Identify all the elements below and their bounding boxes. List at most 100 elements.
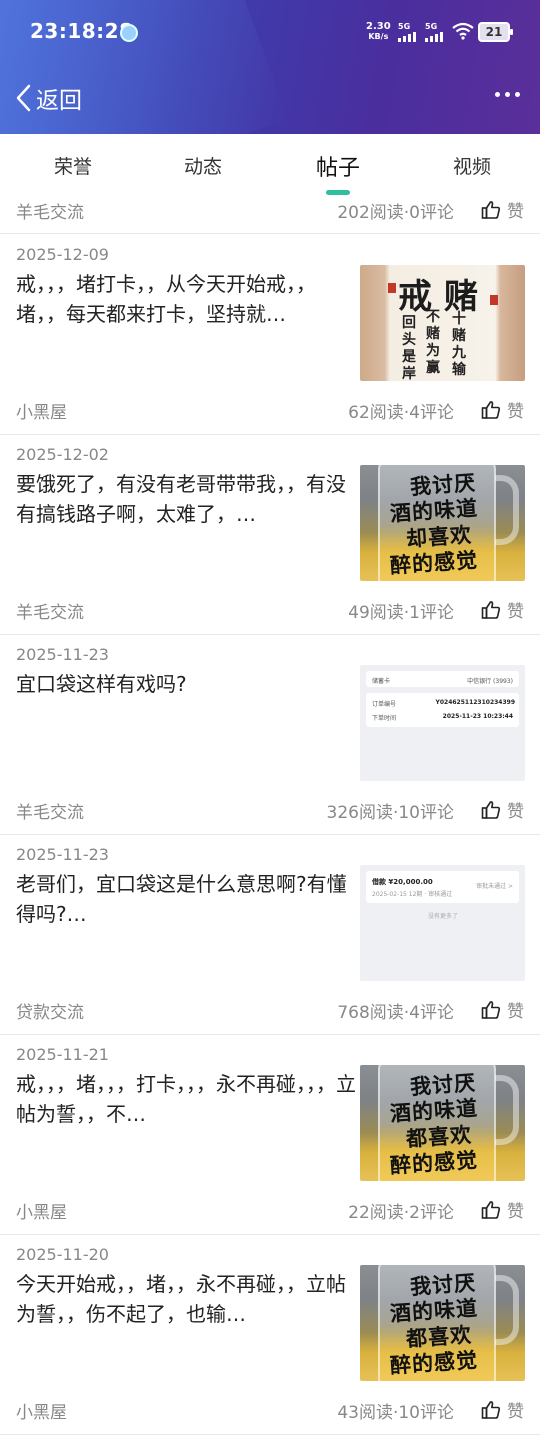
- net-speed-unit: KB/s: [368, 32, 389, 41]
- thumb-screenshot-text: 借款 ¥20,000.00: [372, 878, 433, 886]
- post-stats: 43阅读·10评论: [337, 1403, 454, 1423]
- screenshot-card: 订单编号 Y024625112310234399 下单时间 2025-11-23…: [366, 693, 519, 727]
- more-options-button[interactable]: [495, 92, 520, 97]
- thumb-screenshot-text: 没有更多了: [428, 913, 459, 920]
- like-button[interactable]: 赞: [481, 397, 524, 422]
- like-label: 赞: [507, 802, 524, 822]
- post-stats: 326阅读·10评论: [326, 803, 454, 823]
- tab-posts[interactable]: 帖子: [288, 150, 388, 182]
- post-item[interactable]: 2025-12-09 戒，，，堵打卡，，从今天开始戒，，堵，，每天都来打卡，坚持…: [0, 235, 540, 435]
- tab-activity[interactable]: 动态: [153, 152, 253, 179]
- post-stats: 768阅读·4评论: [337, 1003, 454, 1023]
- post-stats: 62阅读·4评论: [348, 403, 454, 423]
- wifi-icon: [452, 22, 474, 40]
- chevron-left-icon: [16, 84, 31, 112]
- battery-icon: 21: [478, 22, 513, 42]
- status-time: 23:18:28: [30, 19, 134, 43]
- post-category[interactable]: 小黑屋: [16, 1198, 67, 1223]
- post-category[interactable]: 羊毛交流: [16, 598, 84, 623]
- screenshot-card: 储蓄卡 中信银行 (3993): [366, 671, 519, 687]
- like-label: 赞: [507, 1402, 524, 1422]
- like-button[interactable]: 赞: [481, 997, 524, 1022]
- like-button[interactable]: 赞: [481, 797, 524, 822]
- like-label: 赞: [507, 1002, 524, 1022]
- post-stats: 202阅读·0评论: [337, 203, 454, 223]
- thumb-screenshot-text: 2025-02-15 12期 · 审核通过: [372, 891, 453, 898]
- post-thumbnail[interactable]: 戒 赌 回头是岸 不赌为赢 十赌九输: [360, 265, 525, 381]
- app-notification-icon: [120, 24, 138, 42]
- thumb-caption: 醉的感觉: [389, 1146, 479, 1179]
- post-category[interactable]: 羊毛交流: [16, 198, 84, 223]
- tab-honors[interactable]: 荣誉: [23, 152, 123, 179]
- thumb-screenshot-text: 2025-11-23 10:23:44: [442, 713, 513, 720]
- status-bar: 23:18:28 2.30 KB/s 5G 5G 21: [0, 0, 540, 66]
- post-date: 2025-11-23: [16, 645, 109, 664]
- back-label: 返回: [36, 88, 82, 114]
- post-stats: 22阅读·2评论: [348, 1203, 454, 1223]
- post-category[interactable]: 小黑屋: [16, 398, 67, 423]
- post-category[interactable]: 贷款交流: [16, 998, 84, 1023]
- thumb-calligraphy-text: 十赌九输: [452, 311, 466, 378]
- post-category[interactable]: 小黑屋: [16, 1398, 67, 1423]
- beer-handle-image: [495, 1075, 519, 1145]
- thumb-screenshot-text: 订单编号: [372, 701, 397, 708]
- screenshot-card: 借款 ¥20,000.00 2025-02-15 12期 · 审核通过 审批未通…: [366, 871, 519, 903]
- thumbs-up-icon: [481, 400, 501, 419]
- thumb-screenshot-text: 中信银行 (3993): [467, 678, 513, 685]
- thumb-screenshot-text: 下单时间: [372, 715, 397, 722]
- post-date: 2025-11-21: [16, 1045, 109, 1064]
- post-thumbnail[interactable]: 我讨厌 酒的味道 却喜欢 醉的感觉: [360, 465, 525, 581]
- like-button[interactable]: 赞: [481, 597, 524, 622]
- dot-icon: [495, 92, 500, 97]
- like-label: 赞: [507, 402, 524, 422]
- post-item[interactable]: 2025-11-21 戒，，，堵，，，打卡，，，永不再碰，，，立帖为誓，，不… …: [0, 1035, 540, 1235]
- post-date: 2025-12-09: [16, 245, 109, 264]
- post-item[interactable]: 2025-11-23 老哥们，宜口袋这是什么意思啊?有懂得吗?… 借款 ¥20,…: [0, 835, 540, 1035]
- post-thumbnail[interactable]: 储蓄卡 中信银行 (3993) 订单编号 Y024625112310234399…: [360, 665, 525, 781]
- like-button[interactable]: 赞: [481, 1197, 524, 1222]
- post-thumbnail[interactable]: 我讨厌 酒的味道 都喜欢 醉的感觉: [360, 1065, 525, 1181]
- seal-stamp-icon: [388, 283, 396, 293]
- like-label: 赞: [507, 602, 524, 622]
- post-thumbnail[interactable]: 借款 ¥20,000.00 2025-02-15 12期 · 审核通过 审批未通…: [360, 865, 525, 981]
- post-item[interactable]: 2025-12-02 要饿死了，有没有老哥带带我，，有没有搞钱路子啊，太难了，……: [0, 435, 540, 635]
- post-text: 老哥们，宜口袋这是什么意思啊?有懂得吗?…: [16, 872, 347, 926]
- thumb-screenshot-text: Y024625112310234399: [435, 699, 516, 706]
- beer-handle-image: [495, 1275, 519, 1345]
- like-button[interactable]: 赞: [481, 1397, 524, 1422]
- sim1-label: 5G: [398, 22, 411, 31]
- post-text: 要饿死了，有没有老哥带带我，，有没有搞钱路子啊，太难了，…: [16, 472, 346, 526]
- post-text: 宜口袋这样有戏吗?: [16, 672, 187, 696]
- tab-videos[interactable]: 视频: [422, 152, 522, 179]
- thumb-caption: 醉的感觉: [389, 546, 479, 579]
- post-stats: 49阅读·1评论: [348, 603, 454, 623]
- sim2-label: 5G: [425, 22, 438, 31]
- like-label: 赞: [507, 202, 524, 222]
- thumbs-up-icon: [481, 1400, 501, 1419]
- beer-handle-image: [495, 475, 519, 545]
- thumbs-up-icon: [481, 600, 501, 619]
- tab-bar: 荣誉 动态 帖子 视频: [0, 134, 540, 194]
- like-label: 赞: [507, 1202, 524, 1222]
- thumbs-up-icon: [481, 1200, 501, 1219]
- post-category[interactable]: 羊毛交流: [16, 798, 84, 823]
- thumb-calligraphy-text: 回头是岸: [402, 315, 416, 381]
- post-text: 戒，，，堵打卡，，从今天开始戒，，堵，，每天都来打卡，坚持就…: [16, 272, 316, 326]
- post-text: 戒，，，堵，，，打卡，，，永不再碰，，，立帖为誓，，不…: [16, 1072, 356, 1126]
- seal-stamp-icon: [490, 295, 498, 305]
- post-thumbnail[interactable]: 我讨厌 酒的味道 都喜欢 醉的感觉: [360, 1265, 525, 1381]
- back-button[interactable]: 返回: [14, 80, 82, 116]
- post-item[interactable]: 2025-11-20 今天开始戒，，堵，，永不再碰，，立帖为誓，，伤不起了，也输…: [0, 1235, 540, 1435]
- thumbs-up-icon: [481, 800, 501, 819]
- dot-icon: [515, 92, 520, 97]
- partial-post-footer: 羊毛交流 202阅读·0评论 赞: [0, 194, 540, 234]
- thumb-calligraphy-text: 不赌为赢: [426, 309, 440, 376]
- post-date: 2025-12-02: [16, 445, 109, 464]
- post-item[interactable]: 2025-11-23 宜口袋这样有戏吗? 储蓄卡 中信银行 (3993) 订单编…: [0, 635, 540, 835]
- net-speed-value: 2.30: [366, 21, 391, 32]
- like-button[interactable]: 赞: [481, 197, 524, 222]
- post-text: 今天开始戒，，堵，，永不再碰，，立帖为誓，，伤不起了，也输…: [16, 1272, 346, 1326]
- thumb-screenshot-text: 审批未通过 >: [476, 883, 513, 890]
- thumbs-up-icon: [481, 200, 501, 219]
- post-date: 2025-11-20: [16, 1245, 109, 1264]
